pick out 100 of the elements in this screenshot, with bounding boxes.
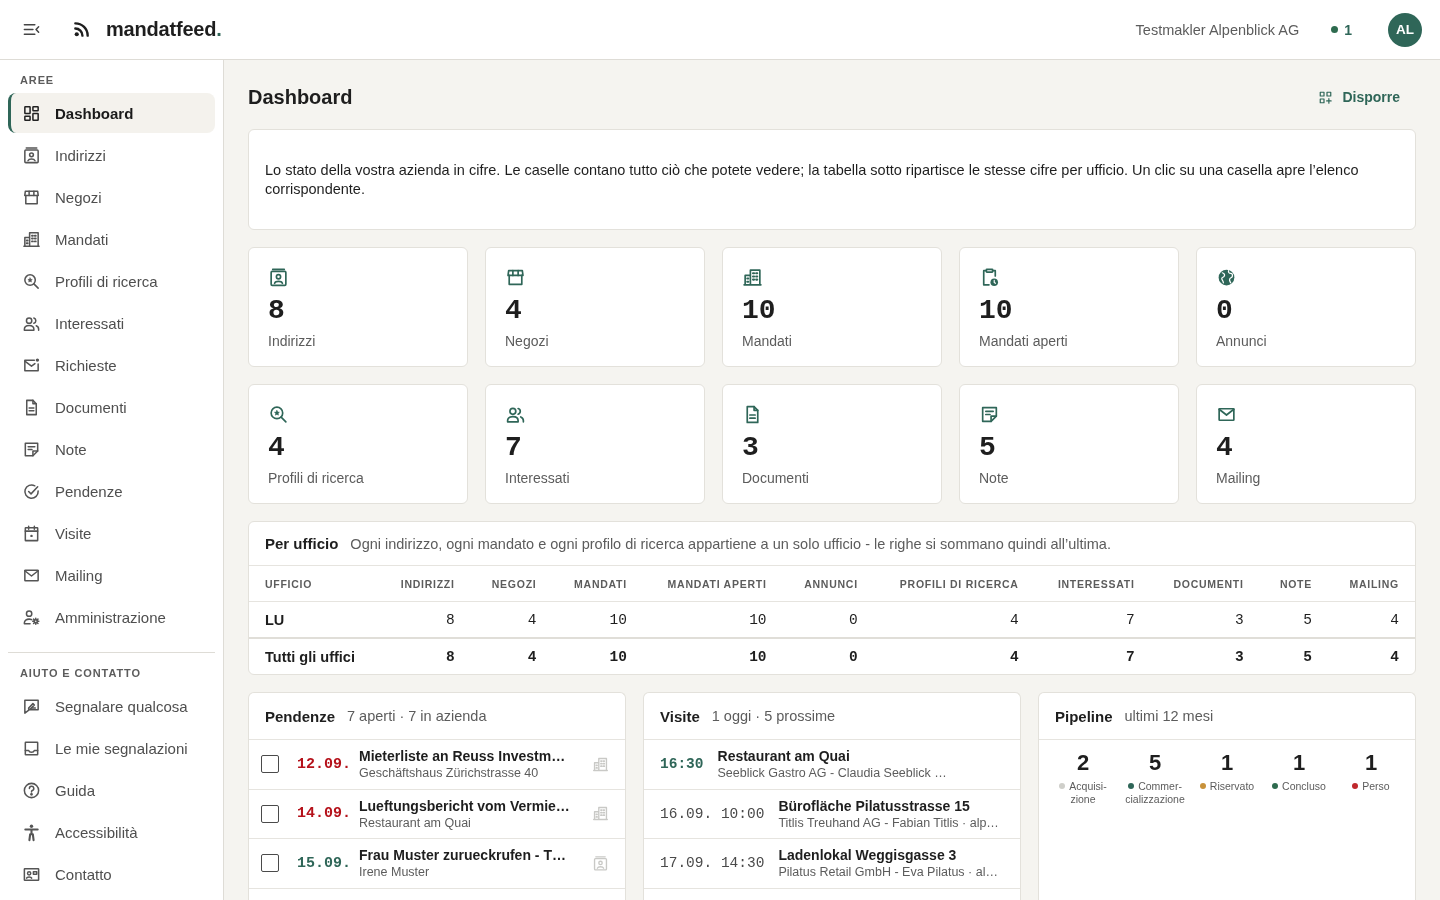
stat-tile[interactable]: 4 Profili di ricerca [248,384,468,504]
stat-tile[interactable]: 3 Documenti [722,384,942,504]
task-subtitle: Irene Muster [359,864,430,881]
sidebar-item[interactable]: Amministrazione [8,597,215,637]
task-subtitle: Geschäftshaus Zürichstrasse 40 [359,765,539,782]
stage-count: 1 [1364,750,1378,776]
sidebar-item[interactable]: Accessibilità [8,812,215,852]
table-cell: 8 [379,638,471,674]
visit-time: 17.09. 14:30 [660,855,765,872]
sidebar-item[interactable]: Interessati [8,303,215,343]
visit-subtitle: Titlis Treuhand AG - Fabian Titlis · alp… [778,814,999,831]
search-icon [22,271,41,291]
task-title[interactable]: Frau Muster zurueckrufen - T… [359,846,566,865]
table-cell: 3 [1150,601,1260,638]
tile-label: Mandati [742,332,792,350]
stat-tile[interactable]: 7 Interessati [485,384,705,504]
card-subtitle: Ogni indirizzo, ogni mandato e ogni profilo di ricerca appartiene a un solo ufficio - le righe si sommano quindi all’ultima. [350,535,1111,552]
visit-title[interactable]: Ladenlokal Weggisgasse 3 [778,846,957,865]
sidebar-section-title: AIUTO E CONTATTO [20,666,142,680]
stage-count: 2 [1076,750,1090,776]
sidebar-item[interactable]: Guida [8,770,215,810]
sidebar-item[interactable]: Richieste [8,345,215,385]
sidebar-item[interactable]: Pendenze [8,471,215,511]
sidebar-item[interactable]: Dashboard [8,93,215,133]
tile-label: Documenti [742,469,809,487]
grid-icon [22,103,41,123]
visit-time: 16.09. 10:00 [660,805,765,822]
table-cell: 3 [1150,638,1260,674]
brand-name[interactable]: mandatfeed. [106,18,222,41]
tile-label: Annunci [1216,332,1267,350]
column-header: MANDATI [552,566,643,602]
stat-tile[interactable]: 0 Annunci [1196,247,1416,367]
storefront-icon [505,267,526,288]
tile-label: Note [979,469,1009,487]
sidebar-item[interactable]: Segnalare qualcosa [8,686,215,726]
stat-tile[interactable]: 10 Mandati [722,247,942,367]
sidebar-item[interactable]: Visite [8,513,215,553]
column-header: UFFICIO [249,566,380,602]
task-checkbox[interactable] [261,854,279,873]
check-circle-icon [22,481,41,501]
stat-tile[interactable]: 4 Negozi [485,247,705,367]
tile-count: 8 [268,295,285,327]
account-name[interactable]: Testmakler Alpenblick AG [1135,21,1300,38]
tile-label: Mailing [1216,469,1261,487]
visit-title[interactable]: Bürofläche Pilatusstrasse 15 [778,796,970,815]
stat-tile[interactable]: 5 Note [959,384,1179,504]
sidebar-item[interactable]: Mailing [8,555,215,595]
tile-count: 0 [1216,295,1233,327]
column-header: MANDATI APERTI [642,566,783,602]
visit-title[interactable]: Restaurant am Quai [717,747,850,766]
task-title[interactable]: Mieterliste an Reuss Investm… [359,747,566,766]
sidebar-item[interactable]: Profili di ricerca [8,261,215,301]
tile-count: 7 [505,432,522,464]
table-cell: 10 [642,638,783,674]
table-cell: 4 [873,638,1035,674]
stat-tile[interactable]: 8 Indirizzi [248,247,468,367]
table-cell: 5 [1259,601,1328,638]
sidebar-item[interactable]: Mandati [8,219,215,259]
column-header: NOTE [1259,566,1328,602]
calendar-icon [22,523,41,543]
tile-label: Indirizzi [268,332,316,350]
due-date: 15.09. [297,854,351,872]
due-date: 14.09. [297,805,351,823]
task-title[interactable]: Lueftungsbericht vom Vermie… [359,796,570,815]
stat-tile[interactable]: 4 Mailing [1196,384,1416,504]
avatar-button[interactable]: AL [1388,12,1422,47]
column-header: DOCUMENTI [1150,566,1260,602]
panel-title: Visite [660,707,700,725]
due-date: 12.09. [297,755,351,773]
tile-label: Interessati [505,469,570,487]
intro-text: Lo stato della vostra azienda in cifre. Le caselle contano tutto ciò che potete vedere; la tabella sotto ripartisce le stesse cifre per ufficio. Un clic su una casella apre l’elenco corrispondente. [265,160,1360,199]
sidebar-item[interactable]: Documenti [8,387,215,427]
stage-count: 1 [1292,750,1306,776]
contact-card-icon [22,145,41,165]
help-icon [22,780,41,800]
table-cell: 4 [1328,638,1415,674]
sidebar-item[interactable]: Note [8,429,215,469]
user-gear-icon [22,607,41,627]
column-header: PROFILI DI RICERCA [873,566,1035,602]
sidebar-item[interactable]: Negozi [8,177,215,217]
tile-count: 3 [742,432,759,464]
table-cell: 8 [379,601,471,638]
tile-count: 5 [979,432,996,464]
table-cell: 10 [642,601,783,638]
table-cell: LU [249,601,380,638]
table-cell: Tutti gli uffici [249,638,380,674]
tile-label: Profili di ricerca [268,469,364,487]
task-checkbox[interactable] [261,755,279,774]
column-header: MAILING [1328,566,1415,602]
globe-icon [1216,267,1237,288]
sidebar-item[interactable]: Le mie segnalazioni [8,728,215,768]
sidebar-item[interactable]: Indirizzi [8,135,215,175]
task-checkbox[interactable] [261,804,279,823]
table-cell: 7 [1034,638,1151,674]
tile-count: 10 [979,295,1013,327]
status-count[interactable]: 1 [1344,21,1352,38]
arrange-button[interactable]: Disporre [1310,85,1416,109]
accessibility-icon [22,822,41,842]
stat-tile[interactable]: 10 Mandati aperti [959,247,1179,367]
sidebar-item[interactable]: Contatto [8,854,215,894]
